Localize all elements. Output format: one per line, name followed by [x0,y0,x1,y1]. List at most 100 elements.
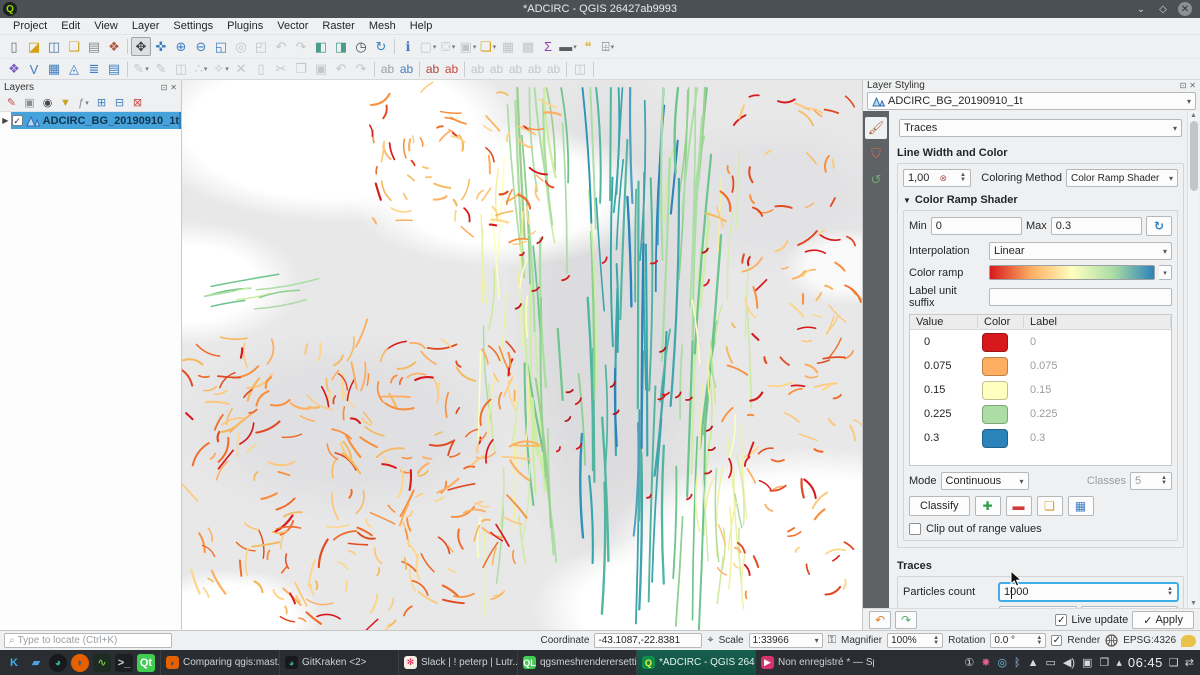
menu-settings[interactable]: Settings [166,19,220,33]
task-slack[interactable]: ✻Slack | ! peterp | Lutr... [398,650,517,675]
map-canvas[interactable] [182,80,862,630]
virtual-desktop-icon[interactable]: ❑ [1163,656,1185,669]
new-print-layout-icon[interactable]: ❏ [64,37,84,56]
scale-combo[interactable]: 1:33966 [749,633,823,648]
interpolation-combo[interactable]: Linear [989,242,1172,260]
vault-icon[interactable]: ❐ [1099,656,1109,669]
add-group-icon[interactable]: ▣ [21,95,38,111]
statistics-icon[interactable]: Σ [538,37,558,56]
shader-row[interactable]: 00 [910,330,1171,354]
menu-plugins[interactable]: Plugins [220,19,270,33]
collapse-all-icon[interactable]: ⊟ [111,95,128,111]
volume-icon[interactable]: ◀) [1063,656,1075,669]
kdeconnect-icon[interactable]: ◎ [997,656,1007,669]
apply-button[interactable]: ✓ Apply [1132,611,1194,629]
konsole-icon[interactable]: >_ [115,654,133,672]
classify-button[interactable]: Classify [909,496,970,516]
min-input[interactable]: 0 [931,217,1022,235]
pan-map-icon[interactable]: ✥ [131,37,151,56]
menu-edit[interactable]: Edit [54,19,87,33]
coordinate-input[interactable]: -43.1087,-22.8381 [594,633,702,648]
load-color-map-button[interactable]: ❏ [1037,496,1063,516]
expand-tray-icon[interactable]: ▴ [1116,656,1122,669]
messages-icon[interactable] [1181,635,1196,647]
add-database-layer-icon[interactable]: ▤ [104,60,124,79]
refresh-icon[interactable]: ↻ [371,37,391,56]
system-monitor-icon[interactable]: ∿ [93,654,111,672]
layout-manager-icon[interactable]: ▤ [84,37,104,56]
remove-highlight-icon[interactable]: ❏▾ [478,37,498,56]
shader-col-header[interactable]: Value [910,316,978,328]
expand-layer-icon[interactable]: ▶ [0,116,11,125]
close-button[interactable]: ✕ [1178,2,1192,16]
label-toolbar-2-icon[interactable]: ab [442,60,461,79]
menu-project[interactable]: Project [6,19,54,33]
scroll-down-icon[interactable]: ▼ [1190,600,1197,607]
mode-combo[interactable]: Continuous [941,472,1029,490]
history-tab-icon[interactable]: ↺ [865,169,887,191]
pan-to-selection-icon[interactable]: ✜ [151,37,171,56]
manage-visibility-icon[interactable]: ◉ [39,95,56,111]
line-width-spinbox[interactable]: 1,00 ⊗ ▲▼ [903,169,971,187]
add-delimited-text-layer-icon[interactable]: ≣ [84,60,104,79]
lock-scale-icon[interactable]: ⚿ [828,634,836,647]
open-layer-styling-icon[interactable]: ✎ [3,95,20,111]
menu-raster[interactable]: Raster [315,19,361,33]
remove-layer-icon[interactable]: ⊠ [129,95,146,111]
color-swatch[interactable] [982,405,1008,424]
style-type-combo[interactable]: Traces [899,119,1182,137]
float-panel-icon[interactable]: ⊡ [1180,81,1187,90]
float-panel-icon[interactable]: ⊡ [161,83,168,92]
layer-diagram-icon[interactable]: ab [397,60,416,79]
zoom-out-icon[interactable]: ⊖ [191,37,211,56]
measure-icon[interactable]: ▬▾ [558,37,578,56]
shader-row[interactable]: 0.0750.075 [910,354,1171,378]
text-annotation-icon[interactable]: ⌹▾ [598,37,618,56]
menu-mesh[interactable]: Mesh [362,19,403,33]
magnifier-spinbox[interactable]: 100%▲▼ [887,633,943,648]
styling-scrollbar[interactable]: ▲ ▼ [1187,111,1199,608]
rotation-spinbox[interactable]: 0.0 °▲▼ [990,633,1046,648]
scroll-up-icon[interactable]: ▲ [1190,112,1197,119]
new-project-icon[interactable]: ▯ [4,37,24,56]
task-gitkraken[interactable]: ◕GitKraken <2> [279,650,398,675]
bluetooth-icon[interactable]: ᛒ [1014,657,1021,669]
shader-row[interactable]: 0.2250.225 [910,402,1171,426]
clear-icon[interactable]: ⊗ [939,173,947,184]
filter-legend-icon[interactable]: ▼ [57,95,74,111]
save-color-map-button[interactable]: ▦ [1068,496,1094,516]
new-3d-map-view-icon[interactable]: ◨ [331,37,351,56]
style-manager-icon[interactable]: ❖ [104,37,124,56]
style-undo-button[interactable]: ↶ [869,611,891,629]
wifi-icon[interactable]: ▲ [1028,657,1039,669]
layer-visibility-checkbox[interactable]: ✓ [12,115,23,126]
collapse-arrow-icon[interactable]: ▼ [903,196,911,205]
map-tips-icon[interactable]: ❝ [578,37,598,56]
menu-view[interactable]: View [87,19,125,33]
crs-globe-icon[interactable] [1105,634,1118,647]
notifications-icon[interactable]: ① [964,656,974,669]
save-project-icon[interactable]: ◫ [44,37,64,56]
open-project-icon[interactable]: ◪ [24,37,44,56]
maximize-button[interactable]: ◇ [1156,2,1170,16]
3d-view-tab-icon[interactable]: ⛉ [865,143,887,165]
add-mesh-layer-icon[interactable]: ◬ [64,60,84,79]
filter-by-expression-icon[interactable]: ƒ▾ [75,95,92,111]
zoom-in-icon[interactable]: ⊕ [171,37,191,56]
color-ramp-dropdown[interactable]: ▾ [1159,265,1172,280]
color-swatch[interactable] [982,381,1008,400]
expand-all-icon[interactable]: ⊞ [93,95,110,111]
crs-label[interactable]: EPSG:4326 [1123,635,1176,646]
clock[interactable]: 06:45 [1128,655,1163,670]
layer-row[interactable]: ▶ ✓ ADCIRC_BG_20190910_1t [0,112,181,129]
live-update-checkbox[interactable]: ✓ [1055,614,1067,626]
color-swatch[interactable] [982,357,1008,376]
styling-layer-selector[interactable]: ADCIRC_BG_20190910_1t [867,92,1196,110]
task-qgis-editor[interactable]: QLqgsmeshrenderersetti... [517,650,636,675]
max-input[interactable]: 0.3 [1051,217,1142,235]
file-manager-icon[interactable]: ▰ [27,654,45,672]
minimize-button[interactable]: ⌄ [1134,2,1148,16]
firefox-launcher-icon[interactable]: ◗ [71,654,89,672]
remove-value-button[interactable]: ▬ [1006,496,1032,516]
close-panel-icon[interactable]: ✕ [170,83,177,92]
